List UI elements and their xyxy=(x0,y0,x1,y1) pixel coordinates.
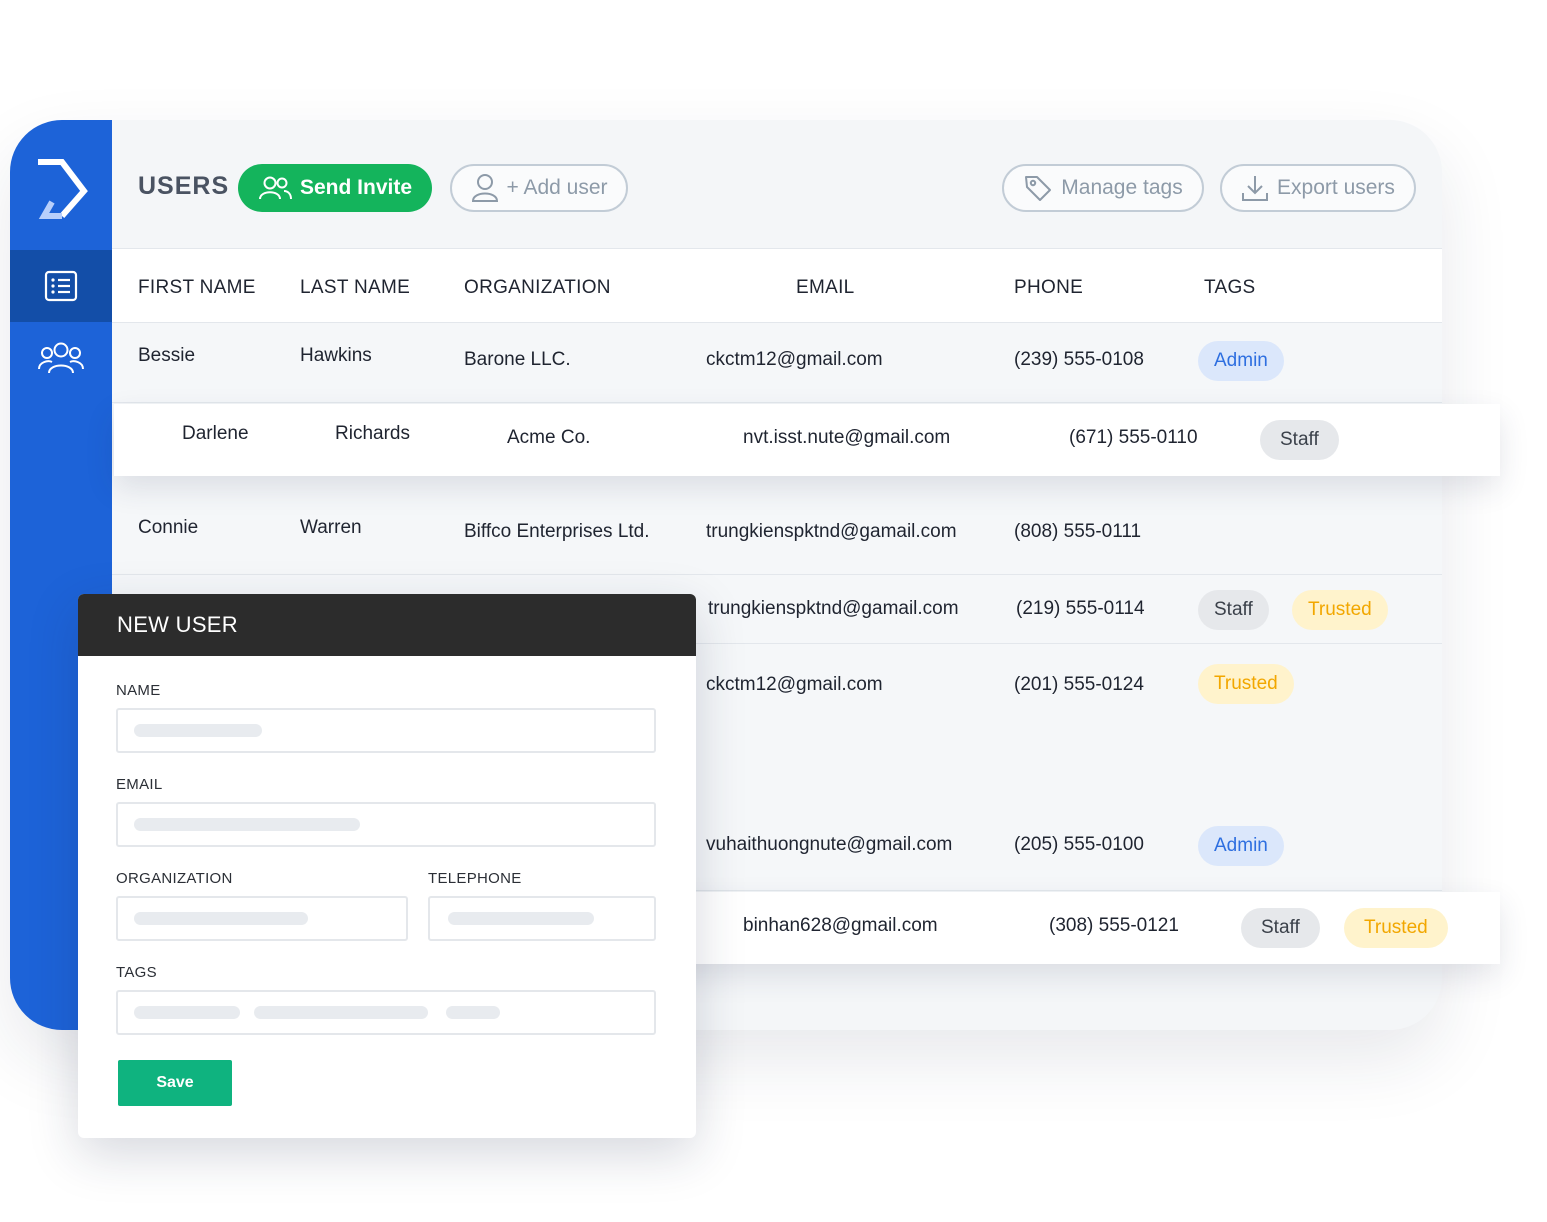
sidebar-item-list[interactable] xyxy=(10,250,112,322)
users-icon xyxy=(258,176,292,200)
page-title: USERS xyxy=(138,172,230,200)
field-placeholder xyxy=(134,912,308,925)
cell-email: binhan628@gmail.com xyxy=(743,915,938,936)
cell-organization: Barone LLC. xyxy=(464,349,571,370)
toolbar: USERS Send Invite + Add user Manage tags… xyxy=(112,120,1442,249)
list-icon xyxy=(44,270,78,302)
cell-first-name: Darlene xyxy=(182,423,249,444)
column-header-phone[interactable]: PHONE xyxy=(1014,277,1083,299)
column-header-tags[interactable]: TAGS xyxy=(1204,277,1256,299)
download-icon xyxy=(1242,176,1269,201)
cell-first-name: Connie xyxy=(138,517,199,538)
export-users-button[interactable]: Export users xyxy=(1220,164,1416,212)
cell-first-name: Bessie xyxy=(138,345,196,366)
table-row[interactable]: Bessie Hawkins Barone LLC. ckctm12@gmail… xyxy=(112,323,1442,403)
column-header-email[interactable]: EMAIL xyxy=(796,277,855,299)
user-icon xyxy=(471,174,498,202)
manage-tags-button[interactable]: Manage tags xyxy=(1002,164,1204,212)
tag-badge-trusted: Trusted xyxy=(1344,908,1448,948)
cell-email: trungkienspktnd@gamail.com xyxy=(708,598,959,619)
tag-badge-staff: Staff xyxy=(1198,590,1269,630)
cell-phone: (201) 555-0124 xyxy=(1014,674,1144,695)
tags-field[interactable] xyxy=(116,990,656,1035)
send-invite-button[interactable]: Send Invite xyxy=(238,164,432,212)
save-button[interactable]: Save xyxy=(118,1060,232,1106)
column-header-first-name[interactable]: FIRST NAME xyxy=(138,277,256,299)
table-header: FIRST NAME LAST NAME ORGANIZATION EMAIL … xyxy=(112,249,1442,323)
add-user-label: + Add user xyxy=(506,176,608,199)
cell-phone: (239) 555-0108 xyxy=(1014,349,1144,370)
tag-badge-trusted: Trusted xyxy=(1292,590,1388,630)
tag-icon xyxy=(1025,176,1052,201)
telephone-field[interactable] xyxy=(428,896,656,941)
field-placeholder xyxy=(134,818,360,831)
email-label: EMAIL xyxy=(116,776,163,793)
field-placeholder xyxy=(134,1006,240,1019)
field-placeholder xyxy=(446,1006,500,1019)
organization-label: ORGANIZATION xyxy=(116,870,233,887)
cell-email: ckctm12@gmail.com xyxy=(706,349,883,370)
field-placeholder xyxy=(448,912,594,925)
cell-email: nvt.isst.nute@gmail.com xyxy=(743,427,951,448)
cell-phone: (308) 555-0121 xyxy=(1049,915,1179,936)
field-placeholder xyxy=(134,724,262,737)
tag-badge-staff: Staff xyxy=(1260,420,1339,460)
name-label: NAME xyxy=(116,682,161,699)
cell-phone: (671) 555-0110 xyxy=(1069,427,1198,448)
dialog-title: NEW USER xyxy=(78,594,696,656)
send-invite-label: Send Invite xyxy=(299,176,413,199)
cell-organization: Acme Co. xyxy=(507,427,591,448)
cell-email: vuhaithuongnute@gmail.com xyxy=(706,834,953,855)
name-field[interactable] xyxy=(116,708,656,753)
tags-label: TAGS xyxy=(116,964,157,981)
table-row[interactable]: Connie Warren Biffco Enterprises Ltd. tr… xyxy=(112,476,1442,575)
cell-last-name: Hawkins xyxy=(300,345,372,366)
tag-badge-trusted: Trusted xyxy=(1198,664,1294,704)
cell-last-name: Warren xyxy=(300,517,362,538)
manage-tags-label: Manage tags xyxy=(1061,176,1183,199)
column-header-organization[interactable]: ORGANIZATION xyxy=(464,277,611,299)
tag-badge-admin: Admin xyxy=(1198,826,1284,866)
organization-field[interactable] xyxy=(116,896,408,941)
sidebar-item-users[interactable] xyxy=(10,322,112,394)
cell-last-name: Richards xyxy=(335,423,410,444)
column-header-last-name[interactable]: LAST NAME xyxy=(300,277,410,299)
tag-badge-staff: Staff xyxy=(1241,908,1320,948)
cell-phone: (205) 555-0100 xyxy=(1014,834,1144,855)
telephone-label: TELEPHONE xyxy=(428,870,522,887)
table-row-highlighted[interactable]: Darlene Richards Acme Co. nvt.isst.nute@… xyxy=(114,404,1500,476)
email-field[interactable] xyxy=(116,802,656,847)
cell-email: trungkienspktnd@gamail.com xyxy=(706,521,957,542)
users-icon xyxy=(38,342,84,374)
cell-phone: (808) 555-0111 xyxy=(1014,521,1142,542)
cell-phone: (219) 555-0114 xyxy=(1016,598,1145,619)
add-user-button[interactable]: + Add user xyxy=(450,164,628,212)
field-placeholder xyxy=(254,1006,428,1019)
cell-email: ckctm12@gmail.com xyxy=(706,674,883,695)
tag-badge-admin: Admin xyxy=(1198,341,1284,381)
export-users-label: Export users xyxy=(1277,176,1395,199)
logo-icon xyxy=(38,159,88,219)
cell-organization: Biffco Enterprises Ltd. xyxy=(464,521,650,542)
new-user-dialog: NEW USER NAME EMAIL ORGANIZATION TELEPHO… xyxy=(78,594,696,1138)
